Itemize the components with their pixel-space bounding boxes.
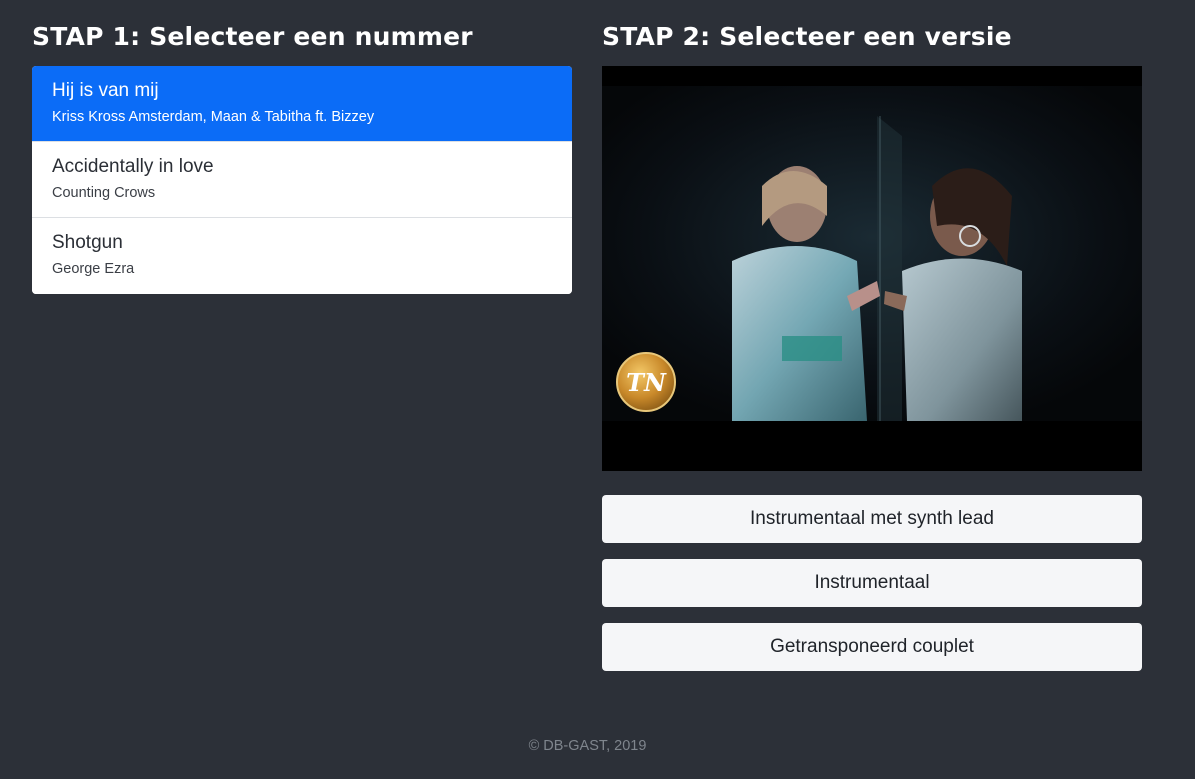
page: STAP 1: Selecteer een nummer Hij is van … xyxy=(0,0,1195,779)
song-item-hij-is-van-mij[interactable]: Hij is van mij Kriss Kross Amsterdam, Ma… xyxy=(32,66,572,142)
song-artist: George Ezra xyxy=(52,261,135,277)
song-title: Accidentally in love xyxy=(52,156,214,177)
step2-title: STAP 2: Selecteer een versie xyxy=(602,22,1012,51)
song-item-shotgun[interactable]: Shotgun George Ezra xyxy=(32,218,572,294)
version-button-instrumentaal-met-synth-lead[interactable]: Instrumentaal met synth lead xyxy=(602,495,1142,543)
video-logo-text: TN xyxy=(626,368,667,397)
song-item-accidentally-in-love[interactable]: Accidentally in love Counting Crows xyxy=(32,142,572,218)
song-artist: Counting Crows xyxy=(52,185,156,201)
version-button-getransponeerd-couplet[interactable]: Getransponeerd couplet xyxy=(602,623,1142,671)
video-player[interactable]: TN xyxy=(602,66,1142,471)
song-title: Shotgun xyxy=(52,232,123,253)
version-button-instrumentaal[interactable]: Instrumentaal xyxy=(602,559,1142,607)
step1-title: STAP 1: Selecteer een nummer xyxy=(32,22,473,51)
song-title: Hij is van mij xyxy=(52,80,159,101)
footer: © DB-GAST, 2019 xyxy=(528,738,647,754)
video-thumbnail: TN xyxy=(602,86,1142,471)
song-list: Hij is van mij Kriss Kross Amsterdam, Ma… xyxy=(32,66,572,294)
song-artist: Kriss Kross Amsterdam, Maan & Tabitha ft… xyxy=(52,109,375,125)
